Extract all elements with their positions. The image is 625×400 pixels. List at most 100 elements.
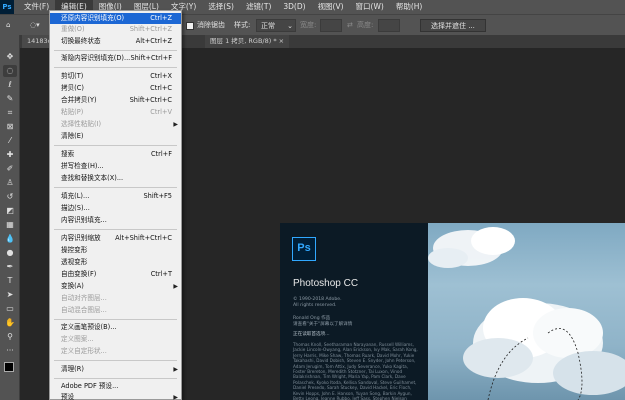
submenu-arrow-icon: ▶ [173, 394, 178, 400]
submenu-arrow-icon: ▶ [173, 366, 178, 373]
style-select[interactable]: 正常 ⌄ [256, 19, 296, 32]
eyedropper-tool-icon[interactable]: ⁄ [3, 135, 17, 147]
chevron-down-icon: ⌄ [287, 22, 293, 30]
brush-tool-icon[interactable]: ✐ [3, 163, 17, 175]
menu-check-spelling[interactable]: 拼写检查(H)... [50, 161, 181, 172]
menu-redo[interactable]: 重做(O) Shift+Ctrl+Z [50, 24, 181, 35]
menu-fill[interactable]: 填充(L)... Shift+F5 [50, 191, 181, 202]
pen-tool-icon[interactable]: ✒ [3, 261, 17, 273]
menu-define-custom-shape[interactable]: 定义自定形状... [50, 346, 181, 357]
splash-names: Thomas Knoll, Seetharaman Narayanan, Rus… [293, 342, 418, 400]
menu-separator [54, 319, 177, 320]
tools-panel: ✥ ◌ ℓ ✎ ⌗ ⊠ ⁄ ✚ ✐ ♙ ↺ ◩ ▦ 💧 ● ✒ T ➤ ▭ ✋ … [0, 35, 20, 400]
menu-auto-align-layers[interactable]: 自动对齐图层... [50, 293, 181, 304]
marquee-tool-icon[interactable]: ◌ [3, 65, 17, 77]
history-brush-tool-icon[interactable]: ↺ [3, 191, 17, 203]
splash-credit: Ronald Ong 作品 请查看"关于"屏幕以了解详情 [293, 316, 353, 327]
move-tool-icon[interactable]: ✥ [3, 51, 17, 63]
anti-alias-checkbox[interactable] [186, 22, 194, 30]
menu-separator [54, 229, 177, 230]
menu-transform[interactable]: 变换(A) ▶ [50, 281, 181, 292]
width-input[interactable] [320, 19, 342, 32]
menu-separator [54, 145, 177, 146]
splash-screen: Ps Photoshop CC © 1990-2018 Adobe. All r… [280, 223, 625, 400]
photoshop-logo-icon: Ps [0, 0, 14, 14]
frame-tool-icon[interactable]: ⊠ [3, 121, 17, 133]
menu-separator [54, 67, 177, 68]
menu-perspective-warp[interactable]: 透视变形 [50, 257, 181, 268]
height-label: 高度: [357, 21, 374, 29]
menu-free-transform[interactable]: 自由变换(F) Ctrl+T [50, 269, 181, 280]
splash-info-panel: Ps Photoshop CC © 1990-2018 Adobe. All r… [280, 223, 428, 400]
marquee-tool-preset-icon[interactable]: ◌▾ [30, 19, 40, 32]
home-icon[interactable]: ⌂ [6, 19, 10, 32]
close-icon[interactable]: × [279, 37, 284, 45]
menu-toggle-last-state[interactable]: 切换最终状态 Alt+Ctrl+Z [50, 36, 181, 47]
foreground-color-swatch[interactable] [4, 362, 14, 372]
menu-puppet-warp[interactable]: 操控变形 [50, 245, 181, 256]
style-value: 正常 [261, 22, 275, 30]
menu-cut[interactable]: 剪切(T) Ctrl+X [50, 71, 181, 82]
path-selection-tool-icon[interactable]: ➤ [3, 289, 17, 301]
width-label: 宽度: [300, 21, 317, 29]
menu-help[interactable]: 帮助(H) [390, 0, 429, 14]
type-tool-icon[interactable]: T [3, 275, 17, 287]
clone-stamp-tool-icon[interactable]: ♙ [3, 177, 17, 189]
submenu-arrow-icon: ▶ [173, 121, 178, 128]
photoshop-logo-icon-large: Ps [292, 237, 316, 261]
menu-presets[interactable]: 预设 ▶ [50, 392, 181, 400]
more-tools-icon[interactable]: ··· [3, 345, 17, 357]
menu-copy-merged[interactable]: 合并拷贝(Y) Shift+Ctrl+C [50, 95, 181, 106]
menu-purge[interactable]: 清理(R) ▶ [50, 364, 181, 375]
select-and-mask-button[interactable]: 选择并遮住 ... [420, 19, 486, 32]
dodge-tool-icon[interactable]: ● [3, 247, 17, 259]
rectangle-tool-icon[interactable]: ▭ [3, 303, 17, 315]
menu-auto-blend-layers[interactable]: 自动混合图层... [50, 305, 181, 316]
menu-filter[interactable]: 滤镜(T) [240, 0, 277, 14]
blur-tool-icon[interactable]: 💧 [3, 233, 17, 245]
gradient-tool-icon[interactable]: ▦ [3, 219, 17, 231]
menu-adobe-pdf-presets[interactable]: Adobe PDF 预设... [50, 381, 181, 392]
menu-separator [54, 378, 177, 379]
menu-paste-special[interactable]: 选择性粘贴(I) ▶ [50, 119, 181, 130]
splash-artwork [428, 223, 625, 400]
style-label: 样式: [234, 21, 251, 29]
swap-icon[interactable]: ⇄ [347, 19, 353, 32]
menu-copy[interactable]: 拷贝(C) Ctrl+C [50, 83, 181, 94]
splash-status: 正在读取首选项... [293, 332, 330, 337]
lasso-tool-icon[interactable]: ℓ [3, 79, 17, 91]
menu-separator [54, 187, 177, 188]
menu-content-aware-scale[interactable]: 内容识别缩放 Alt+Shift+Ctrl+C [50, 233, 181, 244]
splash-copyright: © 1990-2018 Adobe. All rights reserved. [293, 297, 342, 308]
splash-title: Photoshop CC [293, 278, 359, 289]
anti-alias-label: 消除锯齿 [197, 21, 225, 29]
menu-define-brush-preset[interactable]: 定义画笔预设(B)... [50, 322, 181, 333]
menu-paste[interactable]: 粘贴(P) Ctrl+V [50, 107, 181, 118]
menu-define-pattern[interactable]: 定义图案... [50, 334, 181, 345]
menu-clear[interactable]: 清除(E) [50, 131, 181, 142]
height-input[interactable] [378, 19, 400, 32]
zoom-tool-icon[interactable]: ⚲ [3, 331, 17, 343]
edit-menu-dropdown: 还原内容识别填充(O) Ctrl+Z 重做(O) Shift+Ctrl+Z 切换最终… [49, 10, 182, 400]
cloud-artwork [428, 227, 625, 400]
menu-find-replace-text[interactable]: 查找和替换文本(X)... [50, 173, 181, 184]
eraser-tool-icon[interactable]: ◩ [3, 205, 17, 217]
document-tab-2-label: 图层 1 拷贝, RGB/8) * [210, 37, 277, 45]
menu-separator [54, 360, 177, 361]
hand-tool-icon[interactable]: ✋ [3, 317, 17, 329]
quick-select-tool-icon[interactable]: ✎ [3, 93, 17, 105]
menu-fade[interactable]: 渐隐内容识别填充(D)... Shift+Ctrl+F [50, 53, 181, 64]
menu-select[interactable]: 选择(S) [202, 0, 240, 14]
menu-search[interactable]: 搜索 Ctrl+F [50, 149, 181, 160]
menu-separator [54, 50, 177, 51]
menu-3d[interactable]: 3D(D) [277, 0, 311, 14]
menu-view[interactable]: 视图(V) [312, 0, 350, 14]
healing-brush-tool-icon[interactable]: ✚ [3, 149, 17, 161]
menu-content-aware-fill[interactable]: 内容识别填充... [50, 215, 181, 226]
document-tab-2[interactable]: 图层 1 拷贝, RGB/8) * × [205, 35, 290, 48]
menu-stroke[interactable]: 描边(S)... [50, 203, 181, 214]
crop-tool-icon[interactable]: ⌗ [3, 107, 17, 119]
submenu-arrow-icon: ▶ [173, 283, 178, 290]
menu-undo-content-aware-fill[interactable]: 还原内容识别填充(O) Ctrl+Z [50, 13, 181, 24]
menu-window[interactable]: 窗口(W) [350, 0, 390, 14]
